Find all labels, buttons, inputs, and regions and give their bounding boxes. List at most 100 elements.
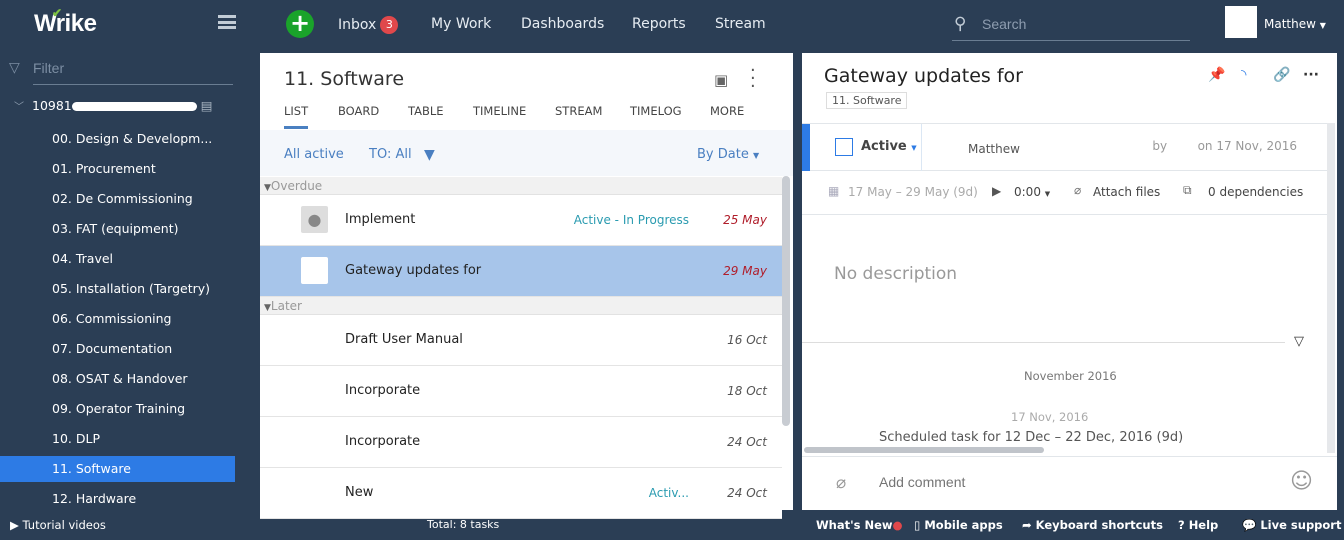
caret-down-icon: ▼ [264,303,271,313]
task-row[interactable]: Incorporate 18 Oct [260,366,782,417]
shortcuts-label: Keyboard shortcuts [1035,518,1163,532]
nav-inbox-label: Inbox [338,17,377,33]
nav-my-work[interactable]: My Work [431,16,491,32]
sidebar-item[interactable]: 11. Software [0,456,235,482]
stream-filter-icon[interactable]: ▽ [1294,334,1304,349]
tab-stream[interactable]: STREAM [555,104,602,118]
task-row[interactable]: Draft User Manual 16 Oct [260,315,782,366]
horizontal-scrollbar[interactable] [804,447,1044,453]
search-box: ⚲ [952,12,1190,41]
group-label: Overdue [270,179,323,193]
sidebar-item[interactable]: 02. De Commissioning [0,186,235,212]
tab-more[interactable]: MORE [710,104,744,118]
sidebar-item[interactable]: 07. Documentation [0,336,235,362]
sidebar-item[interactable]: 00. Design & Developm... [0,126,235,152]
root-folder-label: 10981 [32,98,72,113]
detail-scrollbar[interactable] [1327,123,1335,453]
search-input[interactable] [982,16,1182,32]
divider [921,124,922,171]
list-scrollbar[interactable] [782,176,790,426]
keyboard-shortcuts-link[interactable]: ➦ Keyboard shortcuts [1022,518,1163,532]
tab-list[interactable]: LIST [284,104,309,129]
mobile-apps-link[interactable]: ▯ Mobile apps [914,518,1003,532]
group-header[interactable]: ▼Overdue [260,177,782,195]
sidebar-item[interactable]: 01. Procurement [0,156,235,182]
assignee-filter[interactable]: TO: All [369,147,412,162]
timer[interactable]: 0:00 ▼ [1014,185,1050,199]
live-support-link[interactable]: 💬 Live support [1242,518,1341,532]
play-circle-icon: ▶ [10,518,19,532]
link-icon[interactable]: 🔗 [1273,67,1290,83]
attach-files-button[interactable]: Attach files [1093,185,1160,199]
menu-icon[interactable] [218,15,236,29]
task-name: New [345,485,374,500]
tutorial-videos-link[interactable]: ▶ Tutorial videos [10,518,106,532]
task-row[interactable]: ● Implement Active - In Progress 25 May [260,195,782,246]
play-icon[interactable]: ▶ [992,184,1001,198]
task-row[interactable]: Gateway updates for 29 May [260,246,782,297]
filter-input[interactable] [33,60,223,76]
folder-tag[interactable]: 11. Software [826,92,908,109]
assignee[interactable]: Matthew [968,142,1020,156]
emoji-icon[interactable]: ☺ [1290,469,1313,494]
more-options-icon[interactable]: · · · [750,62,756,96]
sidebar-item[interactable]: 09. Operator Training [0,396,235,422]
paperclip-icon[interactable]: ⌀ [836,473,846,493]
filter-box [33,58,233,85]
wrike-logo[interactable]: Wrike ✔ [34,6,97,38]
group-label: Later [270,299,302,313]
task-name: Incorporate [345,383,421,398]
chevron-down-icon: ▼ [911,144,917,152]
meta-bar: ▦ 17 May – 29 May (9d) ▶ 0:00 ▼ ⌀ Attach… [802,171,1327,215]
share-arrow-icon: ➦ [1022,518,1032,532]
task-row[interactable]: New Activ... 24 Oct [260,468,782,519]
folder-info-icon[interactable]: ▣ [714,71,728,89]
nav-reports[interactable]: Reports [632,16,686,32]
whats-new-link[interactable]: What's New● [816,518,903,532]
search-icon: ⚲ [954,14,967,34]
nav-dashboards[interactable]: Dashboards [521,16,604,32]
sidebar-item[interactable]: 03. FAT (equipment) [0,216,235,242]
nav-inbox[interactable]: Inbox 3 [338,16,399,34]
pin-icon[interactable]: 📌 [1208,67,1225,83]
sidebar-item[interactable]: 10. DLP [0,426,235,452]
phone-icon: ▯ [914,518,921,532]
sort-dropdown[interactable]: By Date ▼ [697,147,759,162]
avatar[interactable] [1225,6,1257,38]
sidebar-item[interactable]: 04. Travel [0,246,235,272]
funnel-icon[interactable]: ▼ [424,147,435,163]
status-dropdown[interactable]: Active ▼ [861,139,917,154]
status-label: Active [861,139,907,154]
tab-timelog[interactable]: TIMELOG [630,104,682,118]
task-title[interactable]: Gateway updates for [824,65,1023,87]
tab-table[interactable]: TABLE [408,104,444,118]
task-row[interactable]: Incorporate 24 Oct [260,417,782,468]
date-range[interactable]: 17 May – 29 May (9d) [848,185,978,199]
paperclip-icon: ⌀ [1074,183,1082,197]
status-filter[interactable]: All active [284,147,344,162]
sidebar-item[interactable]: 05. Installation (Targetry) [0,276,235,302]
root-folder[interactable]: ﹀ 10981 ▤ [14,98,213,113]
task-status: Activ... [648,486,689,500]
more-icon[interactable]: ··· [1303,67,1319,83]
tab-board[interactable]: BOARD [338,104,379,118]
description[interactable]: No description [834,264,957,284]
comment-input[interactable] [879,474,1259,490]
follow-rss-icon[interactable]: ◝ [1241,67,1246,83]
filter-icon: ▽ [9,60,20,76]
sidebar-item[interactable]: 12. Hardware [0,486,235,512]
help-link[interactable]: ? Help [1178,518,1218,532]
new-item-button[interactable]: + [286,10,314,38]
nav-stream[interactable]: Stream [715,16,766,32]
task-name: Gateway updates for [345,263,482,278]
sidebar-item[interactable]: 06. Commissioning [0,306,235,332]
chevron-down-icon: ▼ [752,151,760,160]
group-header[interactable]: ▼Later [260,297,782,315]
sidebar-item[interactable]: 08. OSAT & Handover [0,366,235,392]
complete-checkbox[interactable] [835,138,853,156]
user-menu[interactable]: Matthew ▼ [1264,17,1326,31]
dependencies-button[interactable]: 0 dependencies [1208,185,1303,199]
status-bar: Active ▼ Matthew by on 17 Nov, 2016 [802,123,1327,171]
person-icon: ● [301,206,328,233]
tab-timeline[interactable]: TIMELINE [473,104,526,118]
